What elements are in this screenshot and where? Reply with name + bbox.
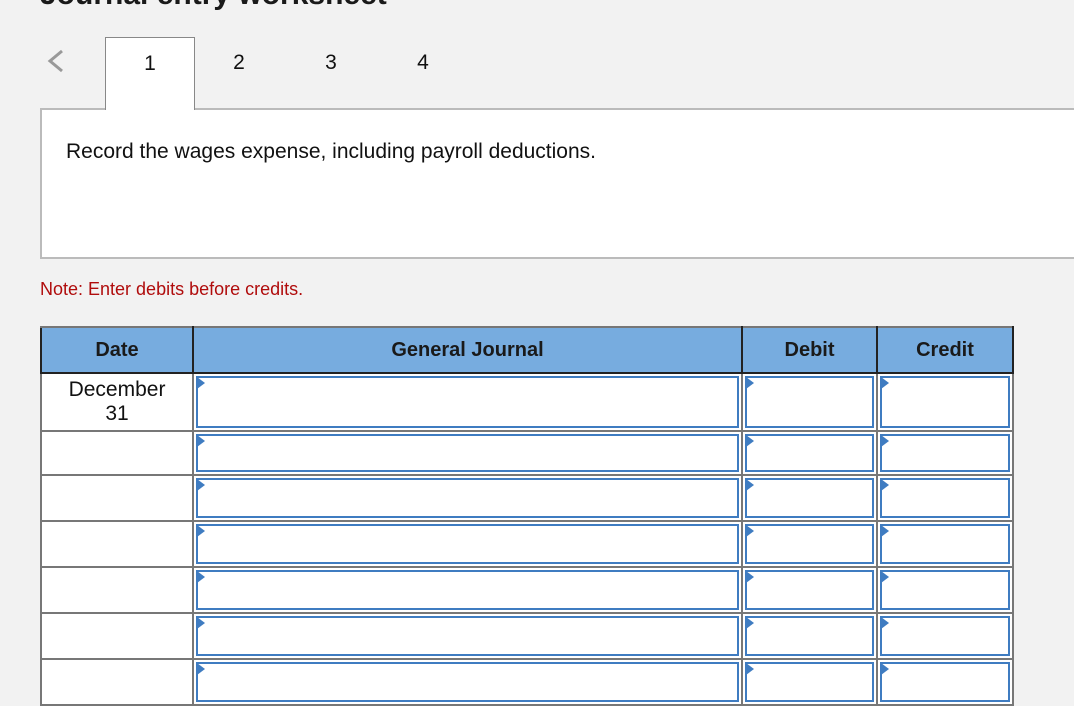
table-row: [40, 612, 1014, 660]
header-credit: Credit: [876, 326, 1014, 374]
debit-cell: [741, 566, 878, 614]
credit-input[interactable]: [880, 434, 1010, 472]
tab-4[interactable]: 4: [379, 37, 467, 109]
table-row: [40, 658, 1014, 706]
credit-cell: [876, 520, 1014, 568]
tab-3[interactable]: 3: [287, 37, 375, 109]
header-general-journal: General Journal: [192, 326, 743, 374]
instruction-text: Record the wages expense, including payr…: [66, 140, 596, 163]
table-row: [40, 520, 1014, 568]
date-cell[interactable]: [40, 520, 194, 568]
journal-table: Date General Journal Debit Credit Decemb…: [40, 326, 1014, 706]
note-text: Note: Enter debits before credits.: [40, 279, 304, 299]
table-row: December 31: [40, 372, 1014, 432]
header-debit: Debit: [741, 326, 878, 374]
journal-cell: [192, 520, 743, 568]
journal-input[interactable]: [196, 662, 739, 702]
debit-input[interactable]: [745, 478, 874, 518]
debit-cell: [741, 612, 878, 660]
credit-cell: [876, 658, 1014, 706]
date-cell[interactable]: [40, 612, 194, 660]
debit-input[interactable]: [745, 524, 874, 564]
instruction-panel: Record the wages expense, including payr…: [40, 108, 1074, 259]
debit-input[interactable]: [745, 434, 874, 472]
date-cell[interactable]: December 31: [40, 372, 194, 432]
date-cell[interactable]: [40, 474, 194, 522]
credit-cell: [876, 566, 1014, 614]
debit-input[interactable]: [745, 662, 874, 702]
credit-cell: [876, 430, 1014, 476]
journal-cell: [192, 372, 743, 432]
header-date: Date: [40, 326, 194, 374]
debit-cell: [741, 372, 878, 432]
debit-input[interactable]: [745, 570, 874, 610]
debit-input[interactable]: [745, 376, 874, 428]
journal-input[interactable]: [196, 376, 739, 428]
debit-cell: [741, 430, 878, 476]
credit-cell: [876, 372, 1014, 432]
table-row: [40, 430, 1014, 476]
debit-input[interactable]: [745, 616, 874, 656]
date-cell[interactable]: [40, 430, 194, 476]
debit-cell: [741, 658, 878, 706]
journal-input[interactable]: [196, 616, 739, 656]
page-title: Journal entry worksheet: [40, 0, 387, 12]
table-row: [40, 474, 1014, 522]
tab-2[interactable]: 2: [195, 37, 283, 109]
credit-input[interactable]: [880, 524, 1010, 564]
journal-cell: [192, 566, 743, 614]
journal-cell: [192, 658, 743, 706]
date-cell[interactable]: [40, 566, 194, 614]
journal-cell: [192, 474, 743, 522]
journal-input[interactable]: [196, 570, 739, 610]
debit-cell: [741, 520, 878, 568]
date-cell[interactable]: [40, 658, 194, 706]
journal-cell: [192, 430, 743, 476]
journal-input[interactable]: [196, 434, 739, 472]
tab-1[interactable]: 1: [105, 37, 195, 110]
table-row: [40, 566, 1014, 614]
credit-input[interactable]: [880, 570, 1010, 610]
credit-input[interactable]: [880, 616, 1010, 656]
chevron-left-icon[interactable]: [42, 46, 72, 76]
journal-input[interactable]: [196, 478, 739, 518]
credit-input[interactable]: [880, 478, 1010, 518]
debit-cell: [741, 474, 878, 522]
credit-input[interactable]: [880, 376, 1010, 428]
credit-cell: [876, 612, 1014, 660]
credit-cell: [876, 474, 1014, 522]
journal-input[interactable]: [196, 524, 739, 564]
credit-input[interactable]: [880, 662, 1010, 702]
journal-cell: [192, 612, 743, 660]
